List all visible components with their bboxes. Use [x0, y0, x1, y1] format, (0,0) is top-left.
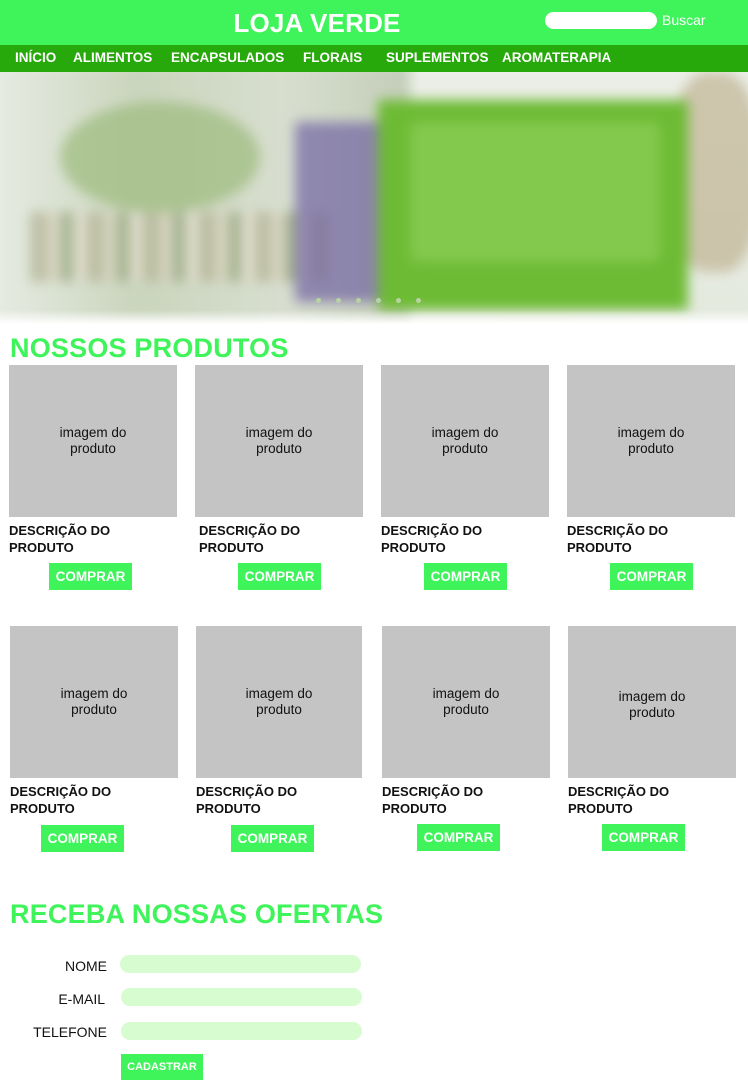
product-image[interactable]: imagem do produto: [10, 626, 178, 778]
phone-field[interactable]: [121, 1022, 362, 1040]
site-header: LOJA VERDE Buscar: [0, 0, 748, 45]
product-description: DESCRIÇÃO DO PRODUTO: [9, 523, 111, 555]
product-image[interactable]: imagem do produto: [567, 365, 735, 517]
buy-button[interactable]: COMPRAR: [231, 825, 314, 852]
carousel-dot[interactable]: [376, 298, 381, 303]
product-card: imagem do produto DESCRIÇÃO DO PRODUTO: [196, 626, 366, 817]
register-button[interactable]: CADASTRAR: [121, 1054, 203, 1080]
product-image[interactable]: imagem do produto: [196, 626, 362, 778]
product-description: DESCRIÇÃO DO PRODUTO: [567, 523, 669, 555]
hero-banner[interactable]: [0, 72, 748, 324]
buy-button[interactable]: COMPRAR: [424, 563, 507, 590]
search-input[interactable]: [545, 12, 657, 29]
buy-button[interactable]: COMPRAR: [49, 563, 132, 590]
products-title: NOSSOS PRODUTOS: [10, 333, 289, 363]
product-description: DESCRIÇÃO DO PRODUTO: [568, 784, 670, 816]
product-image[interactable]: imagem do produto: [382, 626, 550, 778]
product-description: DESCRIÇÃO DO PRODUTO: [10, 784, 112, 816]
carousel-dot[interactable]: [356, 298, 361, 303]
email-label: E-MAIL: [58, 991, 105, 1007]
carousel-dot[interactable]: [316, 298, 321, 303]
banner-image: [0, 72, 748, 324]
name-label: NOME: [65, 958, 107, 974]
product-description: DESCRIÇÃO DO PRODUTO: [382, 784, 484, 816]
buy-button[interactable]: COMPRAR: [610, 563, 693, 590]
product-card: imagem do produto DESCRIÇÃO DO PRODUTO: [10, 626, 180, 817]
product-card: imagem do produto DESCRIÇÃO DO PRODUTO: [381, 365, 551, 556]
product-image[interactable]: imagem do produto: [568, 626, 736, 778]
nav-item-florais[interactable]: FLORAIS: [303, 50, 362, 65]
product-description: DESCRIÇÃO DO PRODUTO: [199, 523, 301, 555]
product-card: imagem do produto DESCRIÇÃO DO PRODUTO: [567, 365, 737, 556]
carousel-dots: [316, 298, 421, 303]
nav-item-inicio[interactable]: INÍCIO: [15, 50, 56, 65]
name-field[interactable]: [120, 955, 361, 973]
phone-label: TELEFONE: [33, 1024, 107, 1040]
nav-item-suplementos[interactable]: SUPLEMENTOS: [386, 50, 489, 65]
nav-item-encapsulados[interactable]: ENCAPSULADOS: [171, 50, 284, 65]
product-image[interactable]: imagem do produto: [195, 365, 363, 517]
product-card: imagem do produto DESCRIÇÃO DO PRODUTO: [568, 626, 738, 817]
product-card: imagem do produto DESCRIÇÃO DO PRODUTO: [382, 626, 552, 817]
product-description: DESCRIÇÃO DO PRODUTO: [381, 523, 483, 555]
carousel-dot[interactable]: [396, 298, 401, 303]
site-logo[interactable]: LOJA VERDE: [0, 8, 634, 39]
buy-button[interactable]: COMPRAR: [417, 824, 500, 851]
buy-button[interactable]: COMPRAR: [602, 824, 685, 851]
product-image[interactable]: imagem do produto: [9, 365, 177, 517]
product-description: DESCRIÇÃO DO PRODUTO: [196, 784, 298, 816]
product-image[interactable]: imagem do produto: [381, 365, 549, 517]
product-card: imagem do produto DESCRIÇÃO DO PRODUTO: [9, 365, 179, 556]
main-nav: INÍCIO ALIMENTOS ENCAPSULADOS FLORAIS SU…: [0, 45, 748, 72]
search-button[interactable]: Buscar: [662, 12, 706, 28]
carousel-dot[interactable]: [336, 298, 341, 303]
nav-item-aromaterapia[interactable]: AROMATERAPIA: [502, 50, 611, 65]
buy-button[interactable]: COMPRAR: [41, 825, 124, 852]
carousel-dot[interactable]: [416, 298, 421, 303]
product-card: imagem do produto DESCRIÇÃO DO PRODUTO: [195, 365, 365, 556]
nav-item-alimentos[interactable]: ALIMENTOS: [73, 50, 152, 65]
buy-button[interactable]: COMPRAR: [238, 563, 321, 590]
email-field[interactable]: [121, 988, 362, 1006]
newsletter-title: RECEBA NOSSAS OFERTAS: [10, 899, 384, 929]
